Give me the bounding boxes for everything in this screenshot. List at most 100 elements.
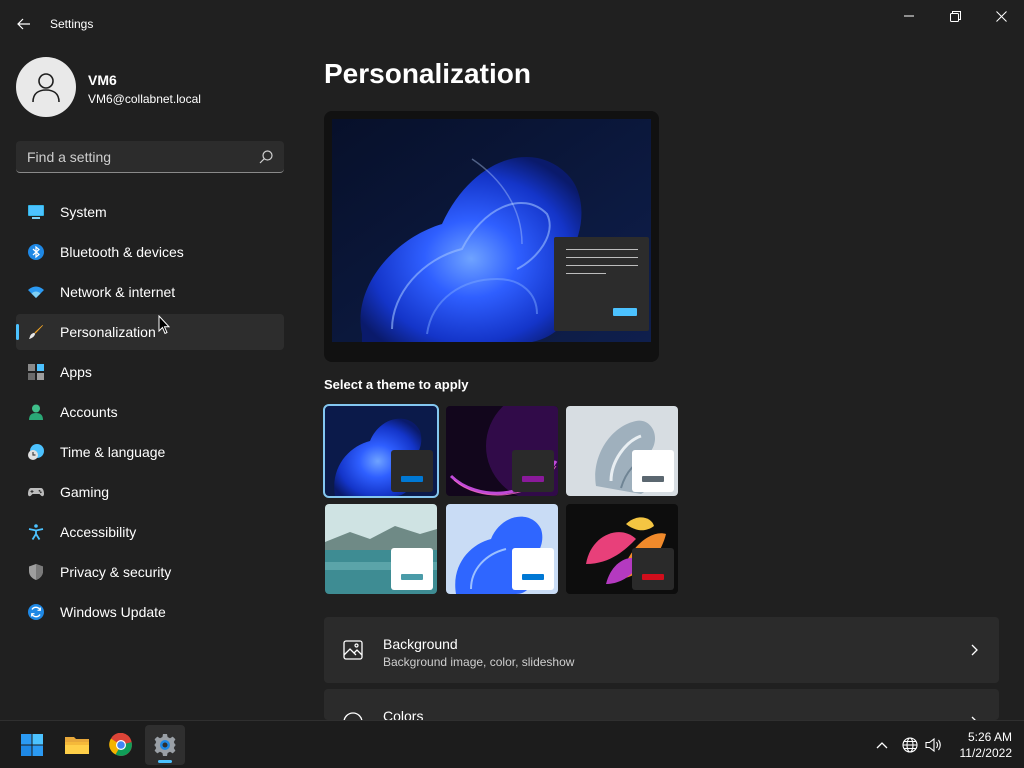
theme-window-swatch: [391, 548, 433, 590]
sidebar-item-label: Apps: [60, 364, 92, 380]
network-tray-button[interactable]: [900, 735, 920, 755]
theme-tile-windows-dark[interactable]: [323, 404, 439, 498]
sidebar-item-system[interactable]: System: [16, 194, 284, 230]
search-icon[interactable]: [258, 149, 274, 165]
apps-icon: [28, 364, 44, 380]
sidebar-item-accessibility[interactable]: Accessibility: [16, 514, 284, 550]
start-button[interactable]: [12, 725, 52, 765]
theme-window-swatch: [512, 450, 554, 492]
brush-icon: [29, 325, 43, 339]
search-input[interactable]: [16, 141, 284, 172]
preview-text-line: [566, 265, 638, 266]
sidebar-item-gaming[interactable]: Gaming: [16, 474, 284, 510]
user-email: VM6@collabnet.local: [88, 92, 201, 106]
theme-tile-captured-motion[interactable]: [566, 406, 678, 496]
close-button[interactable]: [978, 0, 1024, 32]
sidebar-item-time-language[interactable]: Time & language: [16, 434, 284, 470]
page-title: Personalization: [324, 58, 531, 89]
accessibility-icon: [28, 524, 44, 540]
preview-text-line: [566, 273, 606, 274]
show-hidden-icons-button[interactable]: [872, 735, 892, 755]
back-button[interactable]: [12, 12, 36, 36]
avatar[interactable]: [16, 57, 76, 117]
person-icon: [32, 73, 60, 103]
theme-window-swatch: [391, 450, 433, 492]
globe-icon: [902, 737, 918, 753]
sidebar-item-accounts[interactable]: Accounts: [16, 394, 284, 430]
sidebar-item-network[interactable]: Network & internet: [16, 274, 284, 310]
windows-logo-icon: [21, 734, 43, 756]
user-name: VM6: [88, 72, 117, 88]
clock-time: 5:26 AM: [967, 730, 1012, 744]
card-subtitle: Background image, color, slideshow: [383, 655, 575, 669]
preview-text-line: [566, 257, 638, 258]
theme-tile-glow[interactable]: [446, 406, 558, 496]
preview-accent-button: [613, 308, 637, 316]
sidebar-item-label: Personalization: [60, 324, 156, 340]
theme-window-swatch: [512, 548, 554, 590]
theme-tile-sunrise[interactable]: [325, 504, 437, 594]
card-title: Colors: [383, 708, 424, 720]
file-explorer-button[interactable]: [57, 725, 97, 765]
background-setting-card[interactable]: Background Background image, color, slid…: [324, 617, 999, 683]
sidebar-item-label: System: [60, 204, 107, 220]
bluetooth-icon: [28, 244, 44, 260]
preview-window: [554, 237, 649, 331]
sidebar-item-label: Gaming: [60, 484, 110, 500]
sidebar-item-label: Accounts: [60, 404, 118, 420]
chevron-right-icon: [971, 644, 978, 656]
theme-accent-swatch: [401, 574, 423, 580]
colors-setting-card[interactable]: Colors: [324, 689, 999, 720]
palette-icon: [343, 712, 363, 720]
sidebar-item-label: Windows Update: [60, 604, 166, 620]
sidebar-item-bluetooth[interactable]: Bluetooth & devices: [16, 234, 284, 270]
title-bar: Settings: [0, 0, 1024, 48]
picture-icon: [343, 640, 363, 660]
sidebar-item-label: Bluetooth & devices: [60, 244, 184, 260]
theme-tile-windows-light[interactable]: [446, 504, 558, 594]
clock-date: 11/2/2022: [959, 746, 1013, 760]
gear-icon: [154, 734, 176, 756]
chrome-button[interactable]: [101, 725, 141, 765]
person-icon: [29, 404, 43, 420]
mouse-cursor: [158, 315, 170, 335]
sidebar-item-apps[interactable]: Apps: [16, 354, 284, 390]
selection-indicator: [16, 324, 19, 340]
gamepad-icon: [28, 488, 44, 497]
taskbar: 5:26 AM 11/2/2022: [0, 720, 1024, 768]
restore-icon: [949, 10, 961, 22]
sidebar-item-label: Network & internet: [60, 284, 176, 300]
theme-preview: [324, 111, 659, 362]
restore-button[interactable]: [932, 0, 978, 32]
desktop-preview: [332, 119, 651, 342]
sidebar-item-privacy[interactable]: Privacy & security: [16, 554, 284, 590]
theme-grid: [323, 404, 680, 597]
preview-text-line: [566, 249, 638, 250]
speaker-icon: [925, 737, 941, 753]
sidebar-item-label: Time & language: [60, 444, 166, 460]
theme-accent-swatch: [642, 574, 664, 580]
active-app-indicator: [158, 760, 172, 763]
volume-tray-button[interactable]: [924, 735, 944, 755]
sidebar-item-windows-update[interactable]: Windows Update: [16, 594, 284, 630]
back-arrow-icon: [17, 18, 30, 30]
update-icon: [28, 604, 44, 620]
chevron-up-icon: [876, 742, 888, 749]
sidebar-item-personalization[interactable]: Personalization: [16, 314, 284, 350]
wifi-icon: [28, 286, 44, 298]
sidebar-item-label: Accessibility: [60, 524, 137, 540]
theme-accent-swatch: [642, 476, 664, 482]
themes-label: Select a theme to apply: [324, 377, 469, 392]
search-box[interactable]: [16, 141, 284, 173]
theme-accent-swatch: [522, 476, 544, 482]
settings-taskbar-button[interactable]: [145, 725, 185, 765]
sidebar-nav: System Bluetooth & devices Network & int…: [16, 194, 284, 634]
system-icon: [28, 205, 44, 219]
chrome-icon: [109, 733, 132, 756]
taskbar-clock[interactable]: 5:26 AM 11/2/2022: [948, 729, 1013, 761]
app-title: Settings: [50, 17, 94, 31]
minimize-button[interactable]: [886, 0, 932, 32]
clock-globe-icon: [28, 444, 44, 460]
sidebar-item-label: Privacy & security: [60, 564, 172, 580]
theme-tile-flow[interactable]: [566, 504, 678, 594]
